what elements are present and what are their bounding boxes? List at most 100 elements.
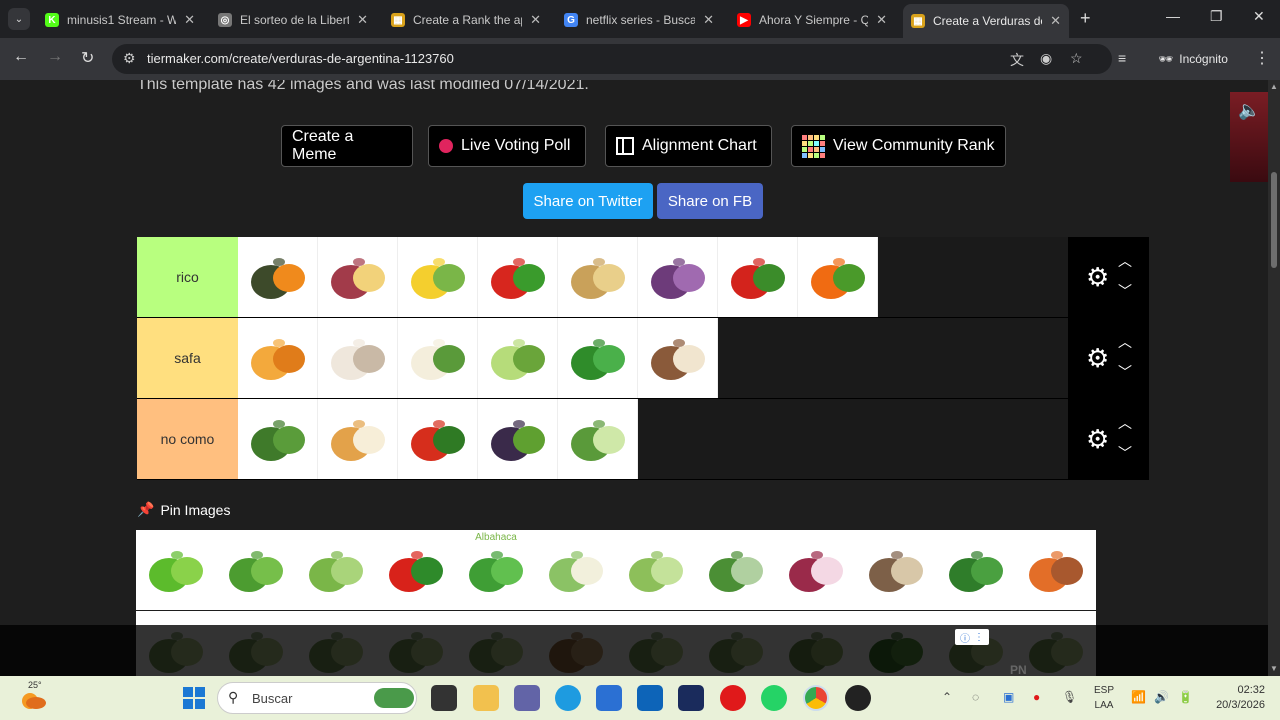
pumpkin-image[interactable]	[238, 237, 318, 317]
cauliflower-image[interactable]	[398, 318, 478, 398]
chili-peppers-image[interactable]	[376, 530, 456, 610]
back-icon[interactable]: ←	[13, 48, 29, 66]
close-window-icon[interactable]: ✕	[1253, 8, 1265, 25]
wifi-icon[interactable]: 📶	[1131, 690, 1146, 704]
tray-chevron-icon[interactable]: ⌃	[942, 690, 952, 704]
whatsapp-icon[interactable]	[761, 685, 787, 711]
potatoes-image[interactable]	[558, 237, 638, 317]
tab-1[interactable]: ◎ El sorteo de la Liberta ✕	[210, 6, 376, 34]
garlic-image[interactable]	[318, 318, 398, 398]
battery-icon[interactable]: 🔋	[1178, 690, 1193, 704]
tier-label[interactable]: safa	[137, 318, 238, 398]
tomatoes-image[interactable]	[718, 237, 798, 317]
disney-plus-icon[interactable]	[678, 685, 704, 711]
gear-icon[interactable]: ⚙	[1086, 262, 1109, 292]
bookmark-star-icon[interactable]: ☆	[1070, 50, 1083, 67]
tier-label[interactable]: no como	[137, 399, 238, 479]
peas-image[interactable]	[136, 530, 216, 610]
chevron-down-icon[interactable]: ﹀	[1118, 362, 1132, 382]
eggplant-image[interactable]	[478, 399, 558, 479]
restore-icon[interactable]: ❐	[1210, 8, 1223, 25]
yam-image[interactable]	[1016, 530, 1096, 610]
menu-icon[interactable]: ⋮	[1254, 48, 1270, 68]
close-tab-icon[interactable]: ✕	[184, 12, 195, 28]
chrome-icon[interactable]	[803, 685, 829, 711]
minimize-icon[interactable]: —	[1166, 8, 1180, 24]
tray-app3-icon[interactable]: ●	[1033, 690, 1040, 704]
celery-image[interactable]	[296, 530, 376, 610]
chevron-up-icon[interactable]: ︿	[1118, 332, 1132, 352]
reload-icon[interactable]: ↻	[81, 48, 94, 68]
red-cabbage-image[interactable]	[638, 237, 718, 317]
close-tab-icon[interactable]: ✕	[530, 12, 541, 28]
lettuce-image[interactable]	[478, 318, 558, 398]
translate-icon[interactable]: ⽂	[1010, 50, 1024, 70]
tab-search-button[interactable]: ⌄	[8, 8, 30, 30]
close-tab-icon[interactable]: ✕	[1050, 13, 1061, 29]
create-meme-button[interactable]: Create a Meme	[281, 125, 413, 167]
chevron-up-icon[interactable]: ︿	[1118, 413, 1132, 433]
scroll-up-icon[interactable]: ▲	[1270, 82, 1278, 91]
new-tab-button[interactable]: +	[1080, 8, 1091, 29]
gear-icon[interactable]: ⚙	[1086, 343, 1109, 373]
cassava-image[interactable]	[638, 318, 718, 398]
side-ad-thumbnail[interactable]: 🔈	[1230, 92, 1268, 182]
eye-off-icon[interactable]: ◉	[1040, 50, 1052, 67]
close-tab-icon[interactable]: ✕	[876, 12, 887, 28]
tab-0[interactable]: Kminusis1 Stream - W ✕	[37, 6, 203, 34]
chevron-up-icon[interactable]: ︿	[1118, 251, 1132, 271]
brussels-sprouts-image[interactable]	[616, 530, 696, 610]
language-indicator[interactable]: ESP LAA	[1093, 683, 1115, 713]
bell-peppers-image[interactable]	[478, 237, 558, 317]
chevron-down-icon[interactable]: ﹀	[1118, 281, 1132, 301]
cherry-tomatoes-image[interactable]	[398, 399, 478, 479]
task-view-icon[interactable]	[431, 685, 457, 711]
store-icon[interactable]	[596, 685, 622, 711]
outlook-icon[interactable]	[637, 685, 663, 711]
taskbar-search[interactable]: ⚲ Buscar	[217, 682, 417, 714]
opera-icon[interactable]	[720, 685, 746, 711]
address-bar[interactable]: ⚙ tiermaker.com/create/verduras-de-argen…	[112, 44, 1112, 74]
live-voting-button[interactable]: Live Voting Poll	[428, 125, 586, 167]
spinach-image[interactable]	[936, 530, 1016, 610]
tray-app-icon[interactable]: ◌	[972, 690, 979, 704]
gear-icon[interactable]: ⚙	[1086, 424, 1109, 454]
url-text[interactable]: tiermaker.com/create/verduras-de-argenti…	[147, 51, 454, 66]
tab-2[interactable]: ▦ Create a Rank the ap ✕	[383, 6, 549, 34]
teams-icon[interactable]	[514, 685, 540, 711]
kale-image[interactable]	[238, 399, 318, 479]
pin-images-header[interactable]: 📌 Pin Images	[137, 501, 230, 518]
volume-icon[interactable]: 🔊	[1154, 690, 1169, 704]
red-onion-image[interactable]	[776, 530, 856, 610]
arugula-image[interactable]	[558, 318, 638, 398]
tab-5[interactable]: ▦ Create a Verduras de ✕	[903, 4, 1069, 38]
close-tab-icon[interactable]: ✕	[357, 12, 368, 28]
tray-app2-icon[interactable]: ▣	[1003, 690, 1014, 704]
onion-image[interactable]	[318, 399, 398, 479]
alignment-chart-button[interactable]: Alignment Chart	[605, 125, 772, 167]
carrots-image[interactable]	[798, 237, 878, 317]
forward-icon[interactable]: →	[47, 48, 63, 66]
edge-icon[interactable]	[555, 685, 581, 711]
share-fb-button[interactable]: Share on FB	[657, 183, 763, 219]
close-tab-icon[interactable]: ✕	[703, 12, 714, 28]
microphone-icon[interactable]: 🎙	[1062, 690, 1077, 704]
ad-info-chip[interactable]: ⓘ ⋮	[955, 629, 989, 645]
basil-image[interactable]: Albahaca	[456, 530, 536, 610]
sweet-potato-image[interactable]	[318, 237, 398, 317]
share-twitter-button[interactable]: Share on Twitter	[523, 183, 653, 219]
scroll-thumb[interactable]	[1271, 172, 1277, 268]
corn-image[interactable]	[398, 237, 478, 317]
system-clock[interactable]: 02:32 20/3/2026	[1205, 683, 1265, 713]
spring-onion-image[interactable]	[696, 530, 776, 610]
tab-4[interactable]: ▶ Ahora Y Siempre - Q ✕	[729, 6, 895, 34]
scroll-down-icon[interactable]: ▼	[1270, 664, 1278, 673]
tier-label[interactable]: rico	[137, 237, 238, 317]
community-rank-button[interactable]: View Community Rank	[791, 125, 1006, 167]
site-info-icon[interactable]: ⚙	[123, 50, 136, 67]
cucumber-image[interactable]	[558, 399, 638, 479]
obs-icon[interactable]	[845, 685, 871, 711]
reading-list-icon[interactable]: ≡	[1118, 50, 1126, 66]
leek-image[interactable]	[536, 530, 616, 610]
jerusalem-artichoke-image[interactable]	[856, 530, 936, 610]
